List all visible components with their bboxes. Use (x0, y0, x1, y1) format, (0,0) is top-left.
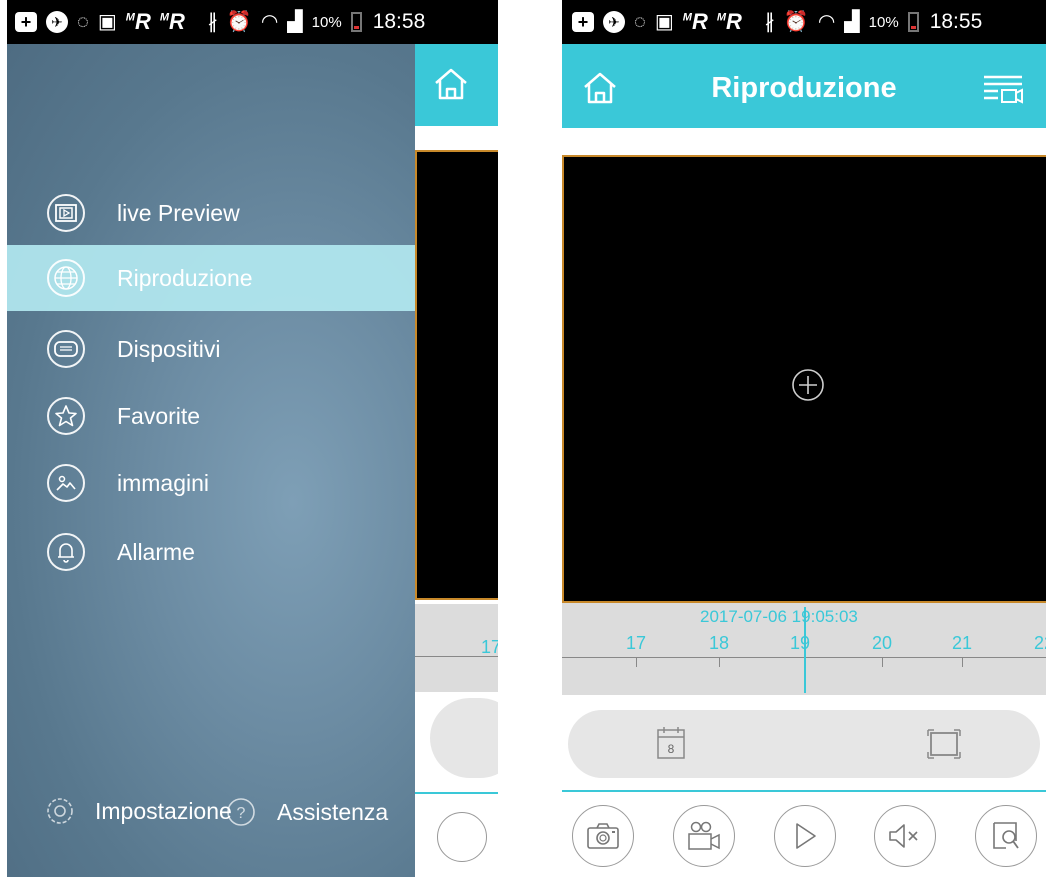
status-bar: + ✈ ◌ ▣ MR MR ∦ ⏰ ◠ ▟ 10% 18:58 (7, 0, 498, 44)
clock: 18:55 (929, 10, 983, 33)
divider (562, 790, 1046, 792)
wifi-icon: ◠ (260, 11, 279, 33)
settings-label: Impostazione (95, 797, 232, 824)
mr-icon: MR (125, 9, 151, 34)
battery-percent: 10% (311, 13, 342, 31)
plus-notification-icon: + (15, 12, 37, 32)
live-preview-icon (47, 194, 85, 232)
hour-tick (719, 657, 720, 667)
video-panel (415, 150, 498, 600)
menu-item-allarme[interactable]: Allarme (7, 519, 415, 585)
settings-button[interactable]: Impostazione (45, 796, 232, 826)
help-button[interactable]: ? Assistenza (225, 796, 388, 828)
timeline-hour: 17 (481, 637, 498, 657)
snapshot-button[interactable] (572, 805, 634, 867)
camera-icon (587, 823, 619, 849)
menu-item-dispositivi[interactable]: Dispositivi (7, 316, 415, 382)
play-icon (796, 823, 816, 849)
add-channel-icon[interactable] (790, 367, 826, 403)
mr-icon: MR (682, 9, 708, 34)
gallery-icon: ▣ (654, 11, 674, 33)
whatsapp-icon: ◌ (634, 11, 646, 33)
calendar-day: 8 (668, 742, 675, 756)
gallery-icon: ▣ (97, 11, 117, 33)
left-screen: + ✈ ◌ ▣ MR MR ∦ ⏰ ◠ ▟ 10% 18:58 17 live … (7, 0, 498, 877)
hour-label: 19 (789, 633, 811, 653)
video-window[interactable] (562, 155, 1046, 603)
play-button[interactable] (774, 805, 836, 867)
svg-text:?: ? (237, 805, 246, 822)
hour-label: 18 (708, 633, 730, 653)
background-app: 17 (415, 44, 498, 877)
favorite-star-icon (47, 397, 85, 435)
mute-button[interactable] (874, 805, 936, 867)
record-button[interactable] (673, 805, 735, 867)
mr-icon: MR (716, 9, 742, 34)
home-icon[interactable] (433, 66, 469, 102)
whatsapp-icon: ◌ (77, 11, 89, 33)
bell-icon (47, 533, 85, 571)
timeline-cursor[interactable] (804, 607, 806, 693)
current-datetime: 2017-07-06 19:05:03 (700, 607, 858, 626)
app-header (415, 44, 498, 126)
device-list-icon[interactable] (982, 74, 1024, 106)
app-header: Riproduzione (562, 44, 1046, 128)
playback-globe-icon (47, 259, 85, 297)
alarm-icon: ⏰ (783, 11, 809, 33)
fullscreen-icon[interactable] (926, 728, 962, 760)
signal-icon: ▟ (287, 11, 303, 33)
mute-icon (889, 824, 918, 848)
mr-icon: MR (159, 9, 185, 34)
battery-icon (350, 12, 362, 32)
alarm-icon: ⏰ (226, 11, 252, 33)
images-icon (47, 464, 85, 502)
menu-item-favorite[interactable]: Favorite (7, 383, 415, 449)
battery-percent: 10% (868, 13, 899, 31)
page-title: Riproduzione (711, 72, 897, 104)
bluetooth-icon: ∦ (764, 11, 775, 33)
menu-item-riproduzione[interactable]: Riproduzione (7, 245, 415, 311)
hour-label: 21 (951, 633, 973, 653)
status-bar: + ✈ ◌ ▣ MR MR ∦ ⏰ ◠ ▟ 10% 18:55 (562, 0, 1046, 44)
control-bar (430, 698, 498, 778)
gear-icon (47, 798, 73, 824)
menu-item-live-preview[interactable]: live Preview (7, 180, 415, 246)
hour-label: 20 (871, 633, 893, 653)
battery-icon (907, 12, 919, 32)
search-playback-button[interactable] (975, 805, 1037, 867)
timeline[interactable]: 17 (415, 604, 498, 692)
right-screen: + ✈ ◌ ▣ MR MR ∦ ⏰ ◠ ▟ 10% 18:55 Riproduz… (562, 0, 1046, 877)
hour-tick (636, 657, 637, 667)
menu-item-immagini[interactable]: immagini (7, 450, 415, 516)
navigation-drawer: live Preview Riproduzione Dispositivi Fa… (7, 44, 415, 877)
signal-icon: ▟ (844, 11, 860, 33)
divider (415, 792, 498, 794)
bluetooth-icon: ∦ (207, 11, 218, 33)
hour-label: 17 (625, 633, 647, 653)
playback-control-bar: 8 (568, 710, 1040, 778)
help-icon: ? (227, 798, 255, 826)
wifi-icon: ◠ (817, 11, 836, 33)
app-notification-icon: ✈ (603, 11, 625, 33)
search-file-icon (993, 822, 1019, 849)
app-notification-icon: ✈ (46, 11, 68, 33)
hour-tick (882, 657, 883, 667)
video-record-icon (688, 821, 720, 850)
playback-timeline[interactable]: 2017-07-06 19:05:03 17 18 19 20 21 22 (562, 603, 1046, 695)
calendar-icon[interactable]: 8 (656, 726, 686, 760)
clock: 18:58 (372, 10, 426, 33)
snapshot-button[interactable] (437, 812, 487, 862)
plus-notification-icon: + (572, 12, 594, 32)
hour-label: 22 (1033, 633, 1046, 653)
help-label: Assistenza (277, 798, 389, 825)
hour-tick (962, 657, 963, 667)
devices-icon (47, 330, 85, 368)
